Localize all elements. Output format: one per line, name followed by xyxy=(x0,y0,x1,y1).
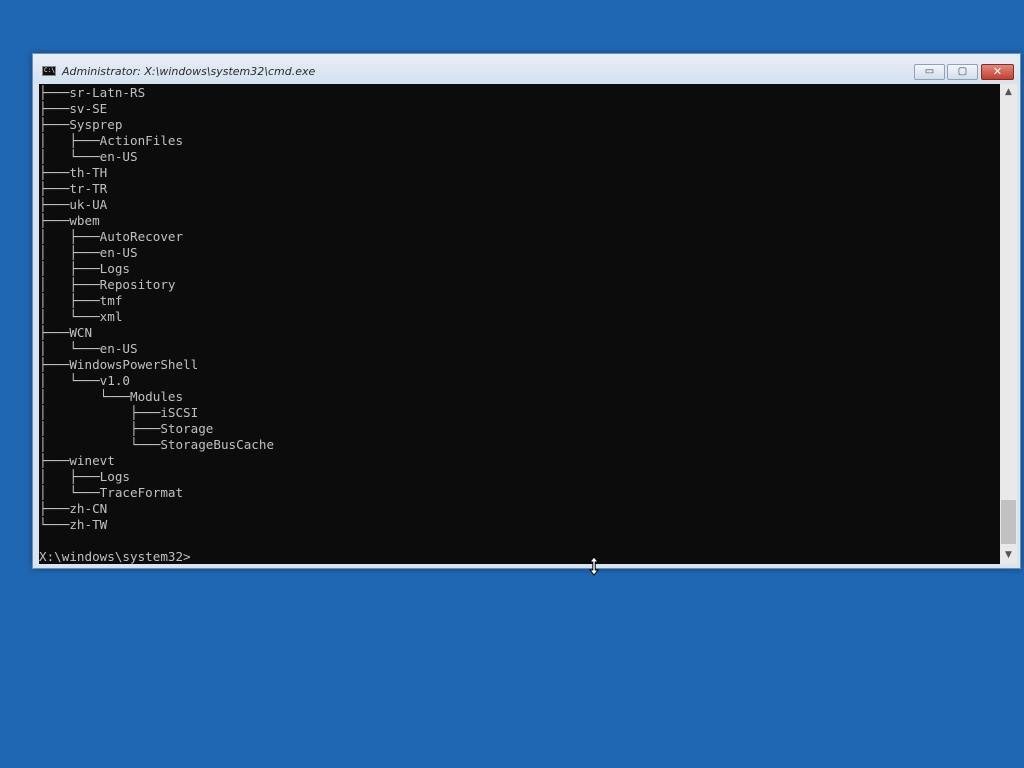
title-bar[interactable]: C:\ Administrator: X:\windows\system32\c… xyxy=(33,54,1020,83)
console-line: ├───sv-SE xyxy=(39,101,108,116)
console-line: │ ├───AutoRecover xyxy=(39,229,184,244)
console-line: │ ├───iSCSI xyxy=(39,405,199,420)
cmd-icon[interactable]: C:\ xyxy=(42,66,56,76)
console-line: ├───th-TH xyxy=(39,165,108,180)
command-prompt: X:\windows\system32> xyxy=(39,549,191,564)
vertical-scrollbar[interactable]: ▲ ▼ xyxy=(1000,84,1017,564)
console-line: ├───uk-UA xyxy=(39,197,108,212)
console-line: │ ├───en-US xyxy=(39,245,138,260)
console-line: │ ├───Logs xyxy=(39,469,130,484)
console-line: │ └───en-US xyxy=(39,341,138,356)
cmd-window[interactable]: C:\ Administrator: X:\windows\system32\c… xyxy=(32,53,1021,569)
scroll-up-button[interactable]: ▲ xyxy=(1000,84,1017,101)
console-text: ├───sr-Latn-RS ├───sv-SE ├───Sysprep │ ├───… xyxy=(39,85,274,564)
console-line: │ ├───Logs xyxy=(39,261,130,276)
console-line: ├───wbem xyxy=(39,213,100,228)
console-line: ├───WindowsPowerShell xyxy=(39,357,199,372)
console-line: │ ├───tmf xyxy=(39,293,123,308)
console-line: │ └───StorageBusCache xyxy=(39,437,275,452)
scroll-thumb[interactable] xyxy=(1001,500,1016,544)
console-line: │ └───v1.0 xyxy=(39,373,130,388)
console-line: │ └───Modules xyxy=(39,389,184,404)
console-line: │ ├───Storage xyxy=(39,421,214,436)
console-line: ├───sr-Latn-RS xyxy=(39,85,146,100)
resize-cursor-icon xyxy=(588,556,600,576)
console-line: ├───winevt xyxy=(39,453,115,468)
close-button[interactable]: ✕ xyxy=(981,64,1014,80)
console-line: ├───zh-CN xyxy=(39,501,108,516)
console-line: ├───tr-TR xyxy=(39,181,108,196)
console-line: ├───Sysprep xyxy=(39,117,123,132)
minimize-icon: ▭ xyxy=(924,66,935,77)
console-line: │ ├───Repository xyxy=(39,277,176,292)
console-line: │ └───en-US xyxy=(39,149,138,164)
console-output[interactable]: ├───sr-Latn-RS ├───sv-SE ├───Sysprep │ ├───… xyxy=(39,84,1000,564)
chevron-down-icon: ▼ xyxy=(1005,550,1012,560)
minimize-button[interactable]: ▭ xyxy=(914,64,945,80)
console-line: ├───WCN xyxy=(39,325,93,340)
chevron-up-icon: ▲ xyxy=(1005,87,1012,97)
window-title: Administrator: X:\windows\system32\cmd.e… xyxy=(62,65,316,78)
console-line: │ └───xml xyxy=(39,309,123,324)
console-line: └───zh-TW xyxy=(39,517,108,532)
close-icon: ✕ xyxy=(992,65,1003,78)
scroll-down-button[interactable]: ▼ xyxy=(1000,547,1017,564)
maximize-icon: ▢ xyxy=(957,66,968,77)
console-line: │ ├───ActionFiles xyxy=(39,133,184,148)
console-line: │ └───TraceFormat xyxy=(39,485,184,500)
maximize-button[interactable]: ▢ xyxy=(947,64,978,80)
